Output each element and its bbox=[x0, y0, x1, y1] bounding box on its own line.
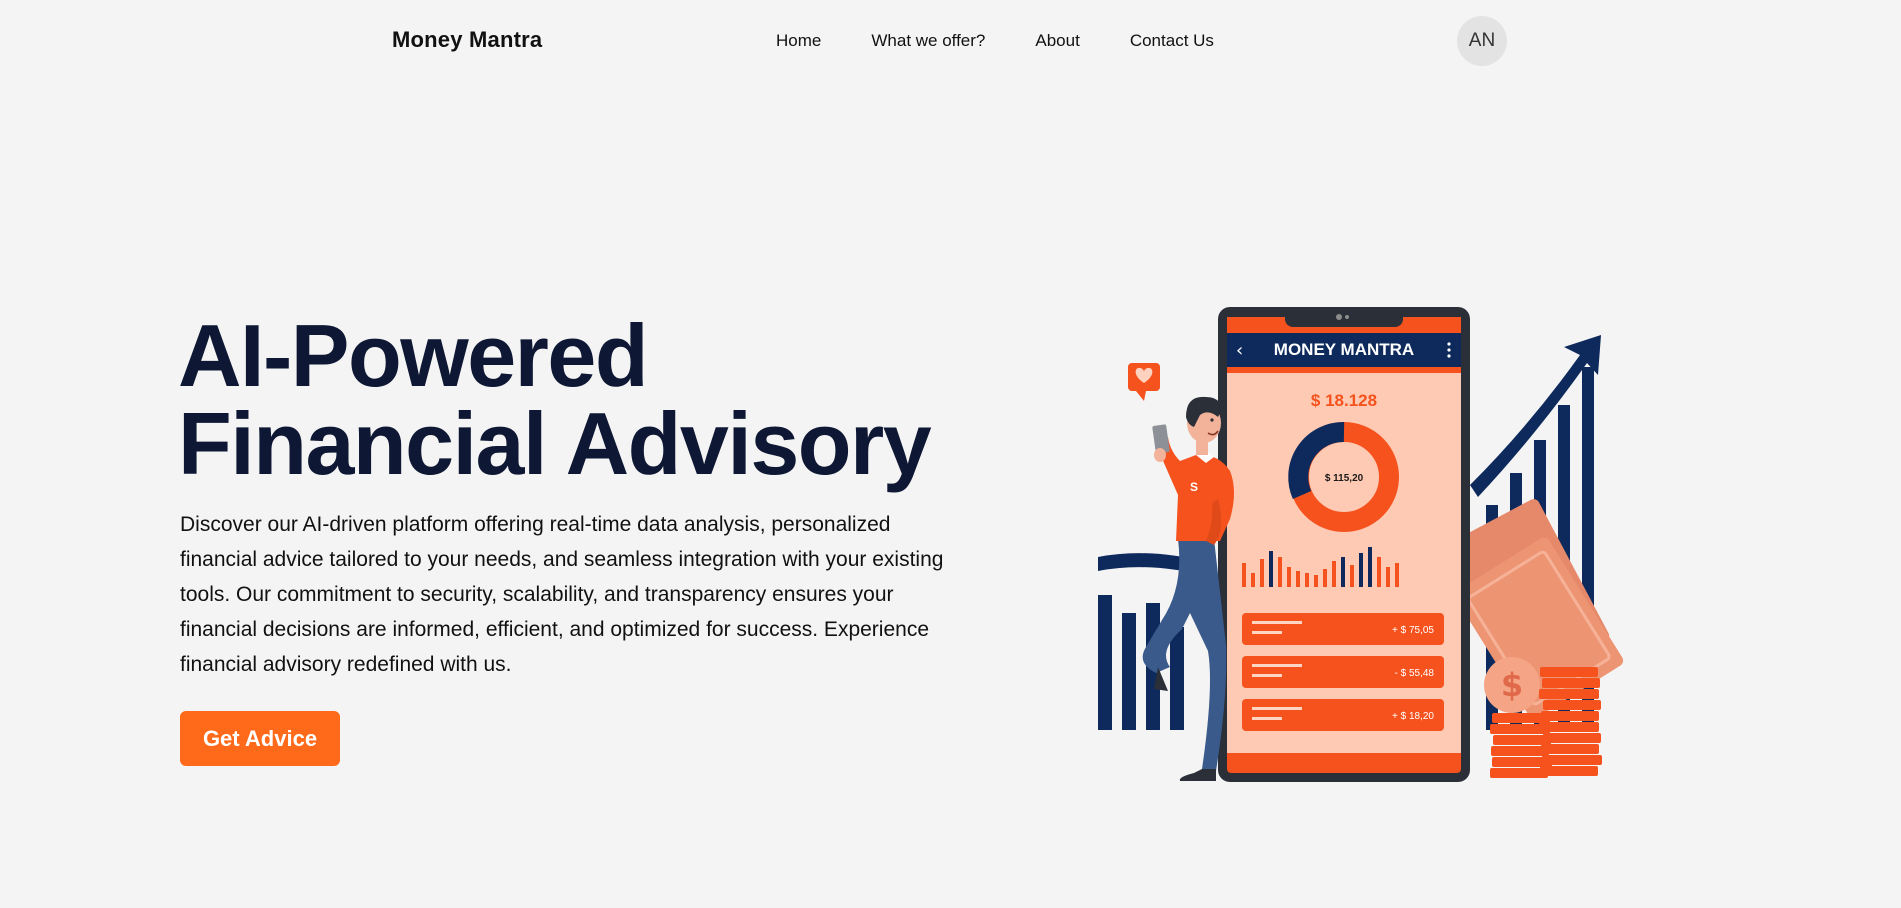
transaction-amount-2: - $ 55,48 bbox=[1395, 668, 1435, 679]
hero-illustration: $ ‹ MONEY MANTRA $ 18.128 $ 115,20 + $ 7… bbox=[1098, 307, 1624, 782]
nav-link-about[interactable]: About bbox=[1035, 31, 1079, 51]
transaction-amount-3: + $ 18,20 bbox=[1392, 711, 1434, 722]
transaction-amount-1: + $ 75,05 bbox=[1392, 625, 1434, 636]
nav-link-what-we-offer[interactable]: What we offer? bbox=[871, 31, 985, 51]
balance-amount: $ 18.128 bbox=[1311, 391, 1377, 410]
donut-value: $ 115,20 bbox=[1325, 473, 1364, 484]
shirt-letter: S bbox=[1190, 480, 1198, 494]
svg-text:‹: ‹ bbox=[1236, 340, 1243, 361]
hero-title: AI-Powered Financial Advisory bbox=[178, 312, 998, 488]
nav-links: Home What we offer? About Contact Us bbox=[776, 31, 1214, 51]
brand-logo[interactable]: Money Mantra bbox=[392, 27, 542, 53]
top-navbar: Money Mantra Home What we offer? About C… bbox=[0, 0, 1901, 84]
app-name: MONEY MANTRA bbox=[1274, 340, 1414, 359]
hero-title-line-1: AI-Powered bbox=[178, 306, 649, 405]
nav-link-home[interactable]: Home bbox=[776, 31, 821, 51]
nav-link-contact-us[interactable]: Contact Us bbox=[1130, 31, 1214, 51]
hero-title-line-2: Financial Advisory bbox=[178, 394, 932, 493]
hero-description: Discover our AI-driven platform offering… bbox=[180, 513, 944, 676]
heart-bubble-icon bbox=[1128, 363, 1160, 401]
get-advice-button[interactable]: Get Advice bbox=[180, 711, 340, 766]
phone-mockup: ‹ MONEY MANTRA $ 18.128 $ 115,20 + $ 75,… bbox=[1218, 307, 1470, 782]
svg-text:$: $ bbox=[1501, 666, 1523, 704]
transaction-list: + $ 75,05 - $ 55,48 + $ 18,20 bbox=[1242, 613, 1444, 731]
donut-chart-icon: $ 115,20 bbox=[1288, 421, 1399, 532]
user-avatar[interactable]: AN bbox=[1457, 16, 1507, 66]
